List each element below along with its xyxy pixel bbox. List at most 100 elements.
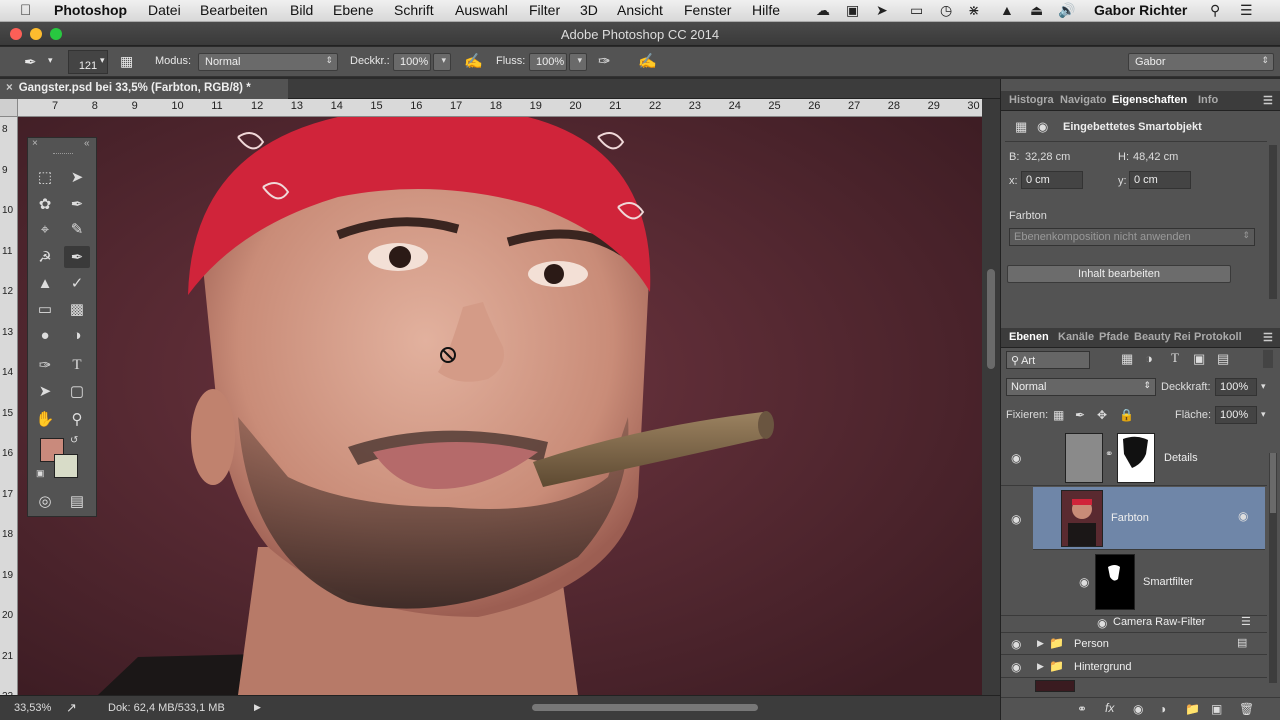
tab-layers[interactable]: Ebenen <box>1009 331 1049 343</box>
cloud-icon[interactable]: ☁ <box>816 2 830 19</box>
tab-histogram[interactable]: Histogra <box>1009 94 1054 106</box>
collapse-icon[interactable]: « <box>84 138 90 149</box>
y-field[interactable]: 0 cm <box>1129 171 1191 189</box>
zoom-tool[interactable]: ⚲ <box>64 408 90 430</box>
pixel-filter-icon[interactable]: ▦ <box>1121 351 1133 367</box>
document-tab[interactable]: × Gangster.psd bei 33,5% (Farbton, RGB/8)… <box>0 79 288 99</box>
opacity-field[interactable]: 100% <box>393 53 431 71</box>
lock-pixels-icon[interactable]: ✒ <box>1075 408 1085 422</box>
search-icon[interactable]: ⚲ <box>1210 2 1220 19</box>
brush-panel-icon[interactable]: ▦ <box>120 53 133 70</box>
tab-properties[interactable]: Eigenschaften <box>1112 94 1187 106</box>
swap-colors-icon[interactable]: ↺ <box>70 435 78 446</box>
canvas-scrollbar-horizontal[interactable] <box>532 704 758 711</box>
pen-tool[interactable]: ✑ <box>32 354 58 376</box>
chevron-down-icon[interactable]: ▾ <box>1261 409 1266 420</box>
background-color-swatch[interactable] <box>54 454 78 478</box>
menu-datei[interactable]: Datei <box>148 2 181 18</box>
menu-ansicht[interactable]: Ansicht <box>617 2 663 18</box>
tab-paths[interactable]: Pfade <box>1099 331 1129 343</box>
ruler-origin[interactable] <box>0 99 18 117</box>
tab-history[interactable]: Protokoll <box>1194 331 1242 343</box>
pressure-opacity-icon[interactable]: ✍ <box>464 52 483 70</box>
time-machine-icon[interactable]: ◷ <box>940 2 952 19</box>
menu-fenster[interactable]: Fenster <box>684 2 731 18</box>
layer-opacity-field[interactable]: 100% <box>1215 378 1257 396</box>
smartobject-filter-icon[interactable]: ▤ <box>1217 351 1229 367</box>
menu-auswahl[interactable]: Auswahl <box>455 2 508 18</box>
rectangle-tool[interactable]: ▢ <box>64 380 90 402</box>
layer-mask-thumbnail[interactable] <box>1117 433 1155 483</box>
close-icon[interactable]: × <box>32 138 38 149</box>
quick-select-tool[interactable]: ✒ <box>64 193 90 215</box>
layer-filter-select[interactable]: ⚲ Art <box>1006 351 1090 369</box>
lasso-tool[interactable]: ✿ <box>32 193 58 215</box>
gradient-tool[interactable]: ▩ <box>64 298 90 320</box>
eraser-tool[interactable]: ▭ <box>32 298 58 320</box>
eye-icon[interactable]: ◉ <box>1011 451 1021 465</box>
tab-beauty[interactable]: Beauty Rei <box>1134 331 1191 343</box>
smartfilter-mask-thumbnail[interactable] <box>1095 554 1135 610</box>
close-icon[interactable]: × <box>6 82 13 94</box>
link-layers-icon[interactable]: ⚭ <box>1077 702 1087 716</box>
lock-position-icon[interactable]: ✥ <box>1097 408 1107 422</box>
layer-row-farbton-selected[interactable]: Farbton ◉ <box>1033 487 1265 550</box>
add-mask-icon[interactable]: ◉ <box>1133 702 1143 716</box>
screen-mode-icon[interactable]: ▤ <box>64 490 90 512</box>
scrollbar-thumb[interactable] <box>1270 453 1276 513</box>
layer-row-camera-raw[interactable]: ◉ Camera Raw-Filter ☰ <box>1001 613 1267 633</box>
layercomp-select[interactable]: Ebenenkomposition nicht anwenden ⇕ <box>1009 228 1255 246</box>
layer-row-hintergrund[interactable]: ◉ ▶ 📁 Hintergrund <box>1001 656 1267 678</box>
notifications-icon[interactable]: ☰ <box>1240 2 1253 19</box>
tab-info[interactable]: Info <box>1198 94 1218 106</box>
volume-icon[interactable]: 🔊 <box>1058 2 1075 19</box>
menu-bearbeiten[interactable]: Bearbeiten <box>200 2 268 18</box>
type-filter-icon[interactable]: T <box>1171 350 1179 366</box>
shape-filter-icon[interactable]: ▣ <box>1193 351 1205 367</box>
dodge-tool[interactable]: ◑ <box>64 324 90 346</box>
eye-icon[interactable]: ◉ <box>1011 660 1021 674</box>
wifi-icon[interactable]: ▲ <box>1000 2 1014 18</box>
menu-filter[interactable]: Filter <box>529 2 560 18</box>
clone-stamp-tool[interactable]: ▲ <box>32 272 58 294</box>
expand-arrow-icon[interactable]: ▶ <box>1037 661 1044 672</box>
x-field[interactable]: 0 cm <box>1021 171 1083 189</box>
new-group-icon[interactable]: 📁 <box>1185 702 1200 716</box>
layers-scrollbar[interactable] <box>1269 453 1277 683</box>
menu-bild[interactable]: Bild <box>290 2 313 18</box>
eye-icon[interactable]: ◉ <box>1079 575 1089 589</box>
quick-mask-icon[interactable]: ◎ <box>32 490 58 512</box>
brush-tool[interactable]: ✒ <box>64 246 90 268</box>
opacity-dropdown[interactable]: ▾ <box>433 53 451 71</box>
eye-icon[interactable]: ◉ <box>1011 512 1021 526</box>
hand-tool[interactable]: ✋ <box>32 408 58 430</box>
menu-app[interactable]: Photoshop <box>54 2 127 18</box>
eyedropper-tool[interactable]: ✎ <box>64 218 90 240</box>
mask-icon[interactable]: ◉ <box>1037 119 1048 135</box>
dropdown-arrow-icon[interactable]: ▾ <box>48 55 53 66</box>
document-canvas[interactable] <box>18 117 982 695</box>
eye-icon[interactable]: ◉ <box>1011 637 1021 651</box>
menu-hilfe[interactable]: Hilfe <box>752 2 780 18</box>
toolbox-grip[interactable] <box>53 153 73 155</box>
tab-channels[interactable]: Kanäle <box>1058 331 1094 343</box>
airplay-icon[interactable]: ▭ <box>910 2 923 19</box>
chevron-down-icon[interactable]: ▾ <box>100 55 105 66</box>
crop-tool[interactable]: ⌖ <box>32 218 58 240</box>
share-icon[interactable]: ↗ <box>66 700 77 716</box>
zoom-level[interactable]: 33,53% <box>14 702 51 714</box>
brush-tool-icon[interactable]: ✒ <box>24 53 37 71</box>
fill-field[interactable]: 100% <box>1215 406 1257 424</box>
new-layer-icon[interactable]: ▣ <box>1211 702 1222 716</box>
blend-mode-select[interactable]: Normal ⇕ <box>1006 378 1156 396</box>
type-tool[interactable]: T <box>64 354 90 376</box>
canvas-scrollbar-vertical[interactable] <box>982 99 1000 695</box>
menu-schrift[interactable]: Schrift <box>394 2 434 18</box>
layer-row-smartfilter[interactable]: ◉ Smartfilter <box>1001 551 1267 616</box>
monitor-icon[interactable]: ▣ <box>846 2 859 19</box>
lock-transparent-icon[interactable]: ▦ <box>1053 408 1064 422</box>
layer-row-details[interactable]: ◉ ⚭ Details <box>1001 431 1267 486</box>
tab-navigator[interactable]: Navigato <box>1060 94 1106 106</box>
history-brush-tool[interactable]: ✓ <box>64 272 90 294</box>
pressure-size-icon[interactable]: ✍ <box>638 52 657 70</box>
